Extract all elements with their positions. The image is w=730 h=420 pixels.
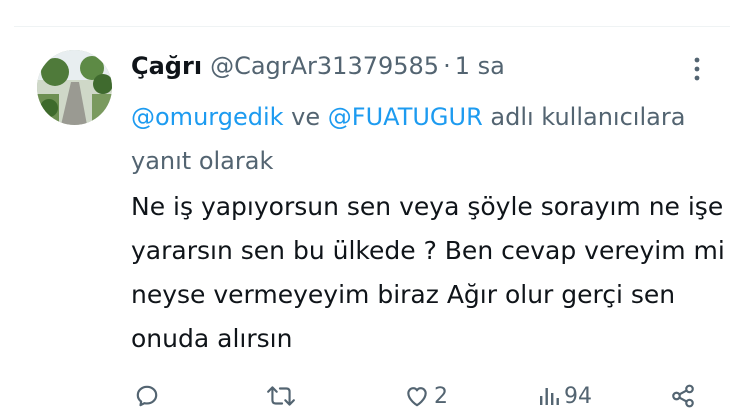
tweet-text-line: yararsın sen bu ülkede ? Ben cevap verey… bbox=[131, 236, 725, 265]
share-icon bbox=[672, 384, 694, 408]
tweet-text-line: onuda alırsın bbox=[131, 324, 293, 353]
display-name[interactable]: Çağrı bbox=[131, 50, 202, 82]
tweet-card: Çağrı @CagrAr31379585 · 1 sa @omurgedik … bbox=[0, 0, 730, 420]
tweet-header: Çağrı @CagrAr31379585 · 1 sa bbox=[131, 50, 505, 82]
reply-button[interactable] bbox=[134, 378, 163, 414]
timestamp[interactable]: 1 sa bbox=[455, 50, 505, 82]
like-button[interactable]: 2 bbox=[403, 378, 448, 414]
reply-icon bbox=[136, 385, 158, 407]
reply-connector: ve bbox=[283, 103, 328, 131]
retweet-icon bbox=[267, 386, 295, 406]
action-bar: 2 94 bbox=[0, 378, 730, 414]
share-button[interactable] bbox=[670, 378, 699, 414]
mention-link[interactable]: @omurgedik bbox=[131, 103, 284, 131]
tweet-text: Ne iş yapıyorsun sen veya şöyle sorayım … bbox=[131, 185, 725, 361]
header-separator: · bbox=[443, 52, 451, 80]
views-icon bbox=[540, 388, 559, 405]
like-count: 2 bbox=[434, 383, 448, 409]
user-handle[interactable]: @CagrAr31379585 bbox=[210, 50, 439, 82]
tweet-text-line: neyse vermeyeyim biraz Ağır olur gerçi s… bbox=[131, 280, 676, 309]
more-options-icon[interactable] bbox=[690, 55, 704, 83]
heart-icon bbox=[407, 387, 427, 407]
divider bbox=[14, 26, 730, 27]
avatar[interactable] bbox=[37, 50, 112, 125]
avatar-image bbox=[37, 50, 112, 125]
views-button[interactable]: 94 bbox=[537, 378, 592, 414]
replying-to: @omurgedik ve @FUATUGUR adlı kullanıcıla… bbox=[131, 95, 721, 183]
tweet-text-line: Ne iş yapıyorsun sen veya şöyle sorayım … bbox=[131, 192, 724, 221]
retweet-button[interactable] bbox=[266, 378, 299, 414]
mention-link[interactable]: @FUATUGUR bbox=[328, 103, 483, 131]
views-count: 94 bbox=[564, 383, 592, 409]
